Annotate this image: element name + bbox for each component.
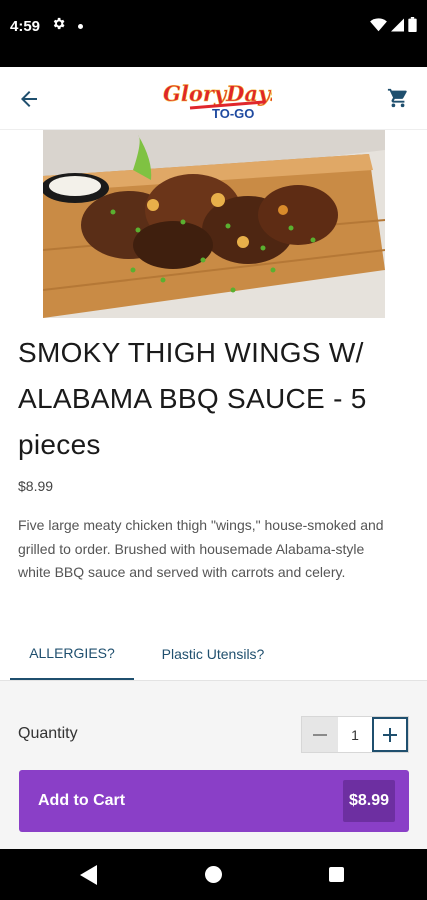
signal-icon xyxy=(391,18,404,31)
cart-button[interactable] xyxy=(385,85,411,111)
add-to-cart-button[interactable]: Add to Cart $8.99 xyxy=(19,770,409,832)
product-title: SMOKY THIGH WINGS W/ ALABAMA BBQ SAUCE -… xyxy=(18,337,367,460)
glory-days-logo: GloryDays TO-GO xyxy=(160,74,283,124)
add-to-cart-price: $8.99 xyxy=(342,780,395,822)
system-nav-bar xyxy=(0,849,427,900)
quantity-stepper: 1 xyxy=(301,716,409,753)
minus-icon xyxy=(313,733,327,736)
product-price: $8.99 xyxy=(18,478,54,494)
product-description: Five large meaty chicken thigh "wings," … xyxy=(18,517,384,580)
product-image xyxy=(43,130,385,318)
option-tabs: ALLERGIES? Plastic Utensils? xyxy=(0,628,427,680)
status-time: 4:59 xyxy=(10,18,41,35)
nav-back-icon[interactable] xyxy=(80,865,98,885)
wifi-icon xyxy=(370,17,387,31)
gear-icon xyxy=(51,16,66,35)
svg-text:TO-GO: TO-GO xyxy=(212,106,254,121)
tab-plastic-utensils[interactable]: Plastic Utensils? xyxy=(134,628,292,680)
status-bar: 4:59 xyxy=(0,0,427,67)
battery-icon xyxy=(408,17,417,32)
add-to-cart-label: Add to Cart xyxy=(38,792,126,809)
back-arrow-icon xyxy=(21,91,37,107)
back-button[interactable] xyxy=(14,85,44,113)
system-icons xyxy=(370,17,417,32)
nav-home-icon[interactable] xyxy=(205,866,222,883)
app-header: GloryDays TO-GO xyxy=(0,67,427,130)
order-panel: Quantity 1 Add to Cart $8.99 xyxy=(0,680,427,849)
plus-icon xyxy=(383,727,397,742)
decrease-quantity-button[interactable] xyxy=(302,717,338,752)
quantity-label: Quantity xyxy=(18,725,78,742)
tab-allergies[interactable]: ALLERGIES? xyxy=(10,628,134,680)
increase-quantity-button[interactable] xyxy=(372,717,408,752)
quantity-value: 1 xyxy=(351,726,359,743)
notification-dot-icon xyxy=(78,24,83,29)
nav-recents-icon[interactable] xyxy=(329,867,344,882)
cart-icon xyxy=(387,88,407,108)
